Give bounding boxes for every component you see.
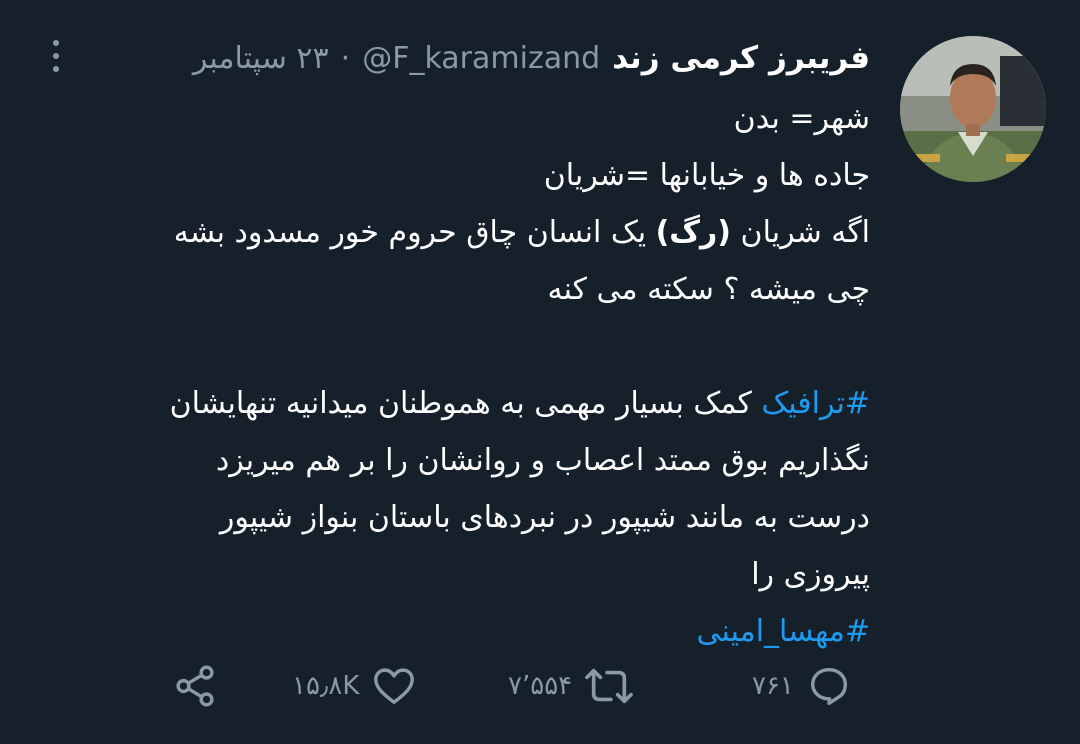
share-icon <box>176 665 214 707</box>
tweet-line: #ترافیک کمک بسیار مهمی به هموطنان میدانی… <box>40 375 870 432</box>
tweet-line-text: کمک بسیار مهمی به هموطنان میدانیه تنهایش… <box>169 386 762 421</box>
share-button[interactable] <box>172 658 218 714</box>
hashtag-link[interactable]: #ترافیک <box>761 386 870 421</box>
reply-count: ۷۶۱ <box>752 671 794 701</box>
tweet-line: درست به مانند شیپور در نبردهای باستان بن… <box>219 500 870 535</box>
more-vertical-icon-dot <box>53 53 59 59</box>
retweet-button[interactable]: ۷٬۵۵۴ <box>508 658 634 714</box>
header-separator: · <box>340 40 351 76</box>
tweet-header: فریبرز کرمی زند @F_karamizand · ۲۳ سپتام… <box>193 36 870 80</box>
like-count: ۱۵٫۸K <box>292 671 360 701</box>
heart-icon <box>374 668 415 705</box>
tweet-line: چی میشه ؟ سکته می کنه <box>547 272 870 307</box>
tweet-text: شهر= بدن جاده ها و خیابانها =شریان اگه ش… <box>40 90 870 660</box>
tweet-line-text: اگه شریان <box>731 215 870 250</box>
tweet-line-text: یک انسان چاق حروم خور مسدود بشه <box>173 215 656 250</box>
tweet-line: شهر= بدن <box>733 101 870 136</box>
tweet-date[interactable]: ۲۳ سپتامبر <box>193 41 329 76</box>
more-options-button[interactable] <box>44 40 68 72</box>
profile-photo-icon <box>900 36 1046 182</box>
author-display-name[interactable]: فریبرز کرمی زند <box>612 40 870 76</box>
retweet-icon <box>585 668 633 704</box>
tweet-actions: ۷۶۱ ۷٬۵۵۴ ۱۵٫۸K <box>0 658 1080 714</box>
more-vertical-icon <box>53 40 59 46</box>
reply-button[interactable]: ۷۶۱ <box>752 658 852 714</box>
tweet-line-bold: (رگ) <box>655 215 732 250</box>
author-avatar[interactable] <box>900 36 1046 182</box>
like-button[interactable]: ۱۵٫۸K <box>292 658 417 714</box>
retweet-count: ۷٬۵۵۴ <box>508 671 573 701</box>
more-vertical-icon-dot <box>53 66 59 72</box>
tweet-card: فریبرز کرمی زند @F_karamizand · ۲۳ سپتام… <box>0 0 1080 744</box>
tweet-line: نگذاریم بوق ممتد اعصاب و روانشان را بر ه… <box>215 443 870 478</box>
tweet-line: #مهسا_امینی <box>40 603 870 660</box>
hashtag-link[interactable]: #مهسا_امینی <box>697 614 870 649</box>
reply-icon <box>810 667 847 705</box>
tweet-line: جاده ها و خیابانها =شریان <box>543 158 870 193</box>
tweet-line: اگه شریان (رگ) یک انسان چاق حروم خور مسد… <box>40 204 870 261</box>
author-handle[interactable]: @F_karamizand <box>362 41 600 76</box>
tweet-line: پیروزی را <box>751 557 870 592</box>
